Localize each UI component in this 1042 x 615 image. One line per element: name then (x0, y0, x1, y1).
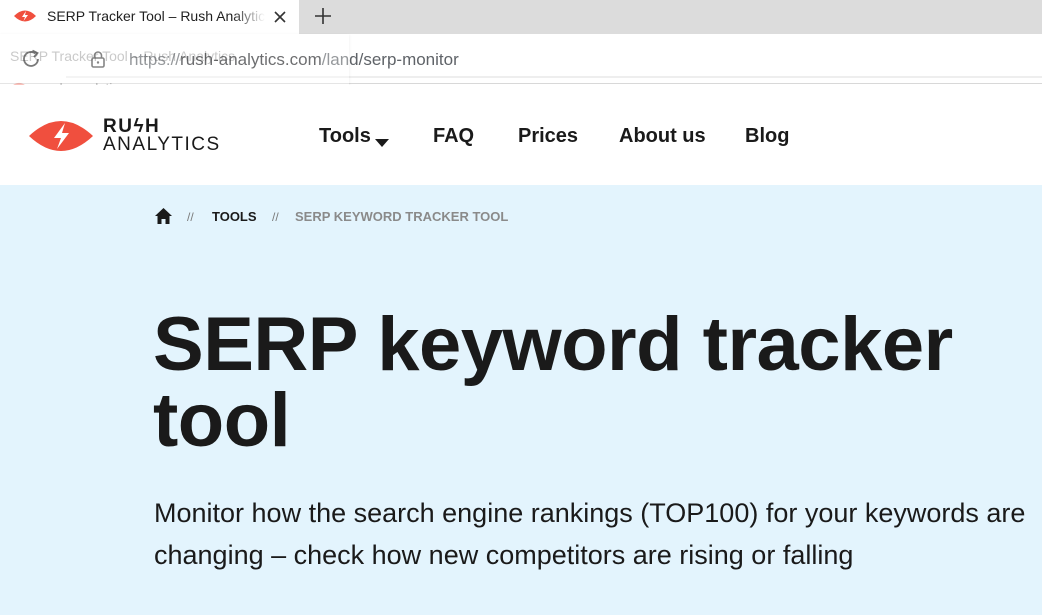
url-path: /land/serp-monitor (321, 50, 459, 69)
hero-section: // TOOLS // SERP KEYWORD TRACKER TOOL SE… (0, 185, 1042, 615)
breadcrumb-tools[interactable]: TOOLS (212, 209, 257, 224)
rush-analytics-logo[interactable]: RUϟH ANALYTICS (28, 115, 228, 157)
close-icon[interactable] (270, 7, 290, 27)
breadcrumb-separator: // (187, 210, 194, 224)
url-text[interactable]: https://rush-analytics.com/land/serp-mon… (129, 50, 459, 70)
browser-tab-active[interactable]: SERP Tracker Tool – Rush Analytics (0, 0, 299, 34)
address-bar[interactable]: https://rush-analytics.com/land/serp-mon… (66, 40, 1042, 78)
nav-item-about[interactable]: About us (619, 125, 706, 148)
hero-description: Monitor how the search engine rankings (… (154, 498, 1026, 570)
nav-item-tools[interactable]: Tools (319, 125, 371, 148)
browser-tab-strip: SERP Tracker Tool – Rush Analytics (0, 0, 1042, 34)
logo-text-analytics: ANALYTICS (103, 134, 221, 155)
browser-toolbar: https://rush-analytics.com/land/serp-mon… (0, 34, 1042, 84)
nav-item-prices[interactable]: Prices (518, 125, 578, 148)
plus-icon[interactable] (310, 3, 336, 29)
page-title: SERP keyword tracker tool (153, 302, 953, 463)
home-icon[interactable] (154, 207, 173, 225)
caret-down-icon[interactable] (375, 134, 389, 147)
breadcrumb-separator: // (272, 210, 279, 224)
reload-icon[interactable] (20, 48, 42, 70)
logo-eye-icon (28, 117, 94, 155)
url-scheme: https:// (129, 50, 181, 69)
breadcrumb-current: SERP KEYWORD TRACKER TOOL (295, 209, 509, 224)
site-header: RUϟH ANALYTICS Tools FAQ Prices About us… (0, 85, 1042, 185)
tab-title: SERP Tracker Tool – Rush Analytics (47, 8, 265, 24)
nav-item-blog[interactable]: Blog (745, 125, 789, 148)
url-host: rush-analytics.com (180, 50, 322, 69)
nav-item-faq[interactable]: FAQ (433, 125, 474, 148)
lock-icon[interactable] (90, 50, 106, 68)
rush-eye-icon (13, 8, 37, 24)
